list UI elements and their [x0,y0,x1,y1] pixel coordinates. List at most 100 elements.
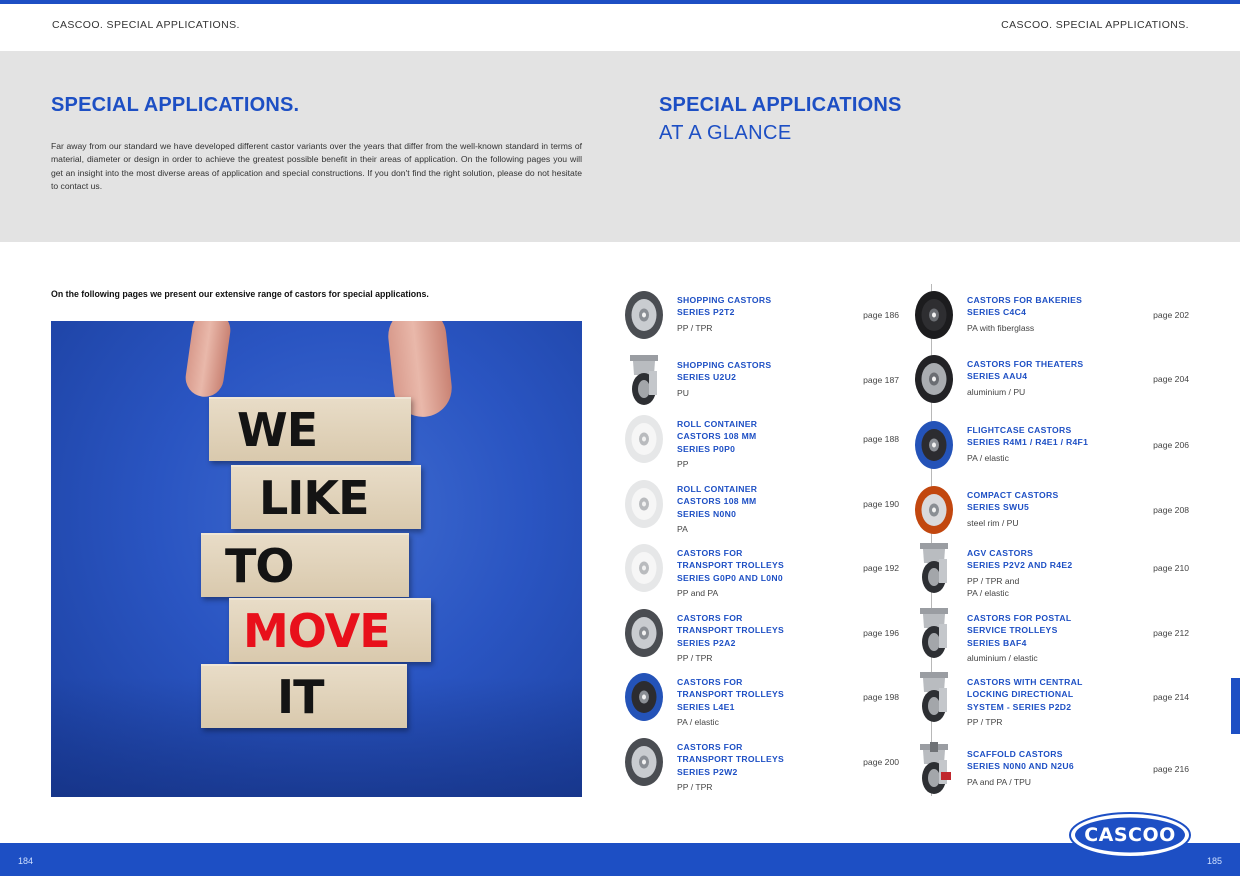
product-name: SHOPPING CASTORS SERIES U2U2 [677,359,771,384]
intro-paragraph: Far away from our standard we have devel… [51,141,582,192]
product-thumbnail [621,412,667,466]
left-entry-8[interactable]: CASTORS FOR TRANSPORT TROLLEYS SERIES P2W2… [621,735,899,795]
product-material: PP / TPR and PA / elastic [967,575,1019,599]
product-material: PA / elastic [677,716,719,728]
product-name: CASTORS FOR TRANSPORT TROLLEYS SERIES L4E1 [677,676,784,713]
product-name-line: SERIES SWU5 [967,502,1030,513]
right-entry-6[interactable]: CASTORS FOR POSTAL SERVICE TROLLEYS SERIES… [911,606,1189,666]
product-name-line: CASTORS 108 MM [677,496,757,507]
lead-sentence: On the following pages we present our ex… [51,289,429,299]
page-number-right: 185 [1206,856,1222,866]
product-thumbnail [621,606,667,660]
product-material-line: PA / elastic [677,717,719,728]
product-material: PA and PA / TPU [967,776,1031,788]
left-entry-4[interactable]: ROLL CONTAINER CASTORS 108 MM SERIES N0N0 P… [621,477,899,537]
left-entry-7[interactable]: CASTORS FOR TRANSPORT TROLLEYS SERIES L4E1… [621,670,899,730]
product-name-line: CASTORS 108 MM [677,431,757,442]
product-name: ROLL CONTAINER CASTORS 108 MM SERIES N0N0 [677,483,757,520]
product-page-ref[interactable]: page 202 [1153,310,1189,320]
left-entry-6[interactable]: CASTORS FOR TRANSPORT TROLLEYS SERIES P2A2… [621,606,899,666]
product-page-ref[interactable]: page 216 [1153,764,1189,774]
word-to: TO [225,539,294,593]
product-thumbnail [621,735,667,789]
product-name-line: CASTORS WITH CENTRAL [967,677,1083,687]
product-thumbnail [911,606,957,660]
product-name-line: SERIES P2W2 [677,766,738,777]
blocks-photo: WE LIKE TO MOVE IT [51,321,582,797]
running-head-right: CASCOO. SPECIAL APPLICATIONS. [1001,19,1189,31]
right-entry-5[interactable]: AGV CASTORS SERIES P2V2 AND R4E2 PP / TPR … [911,541,1189,601]
product-material-line: aluminium / elastic [967,653,1038,664]
product-name-line: SERIES G0P0 AND L0N0 [677,572,783,583]
product-page-ref[interactable]: page 186 [863,310,899,320]
product-name-line: ROLL CONTAINER [677,484,758,494]
left-entry-2[interactable]: SHOPPING CASTORS SERIES U2U2 PU page 187 [621,353,899,413]
word-block-3: TO [201,533,409,597]
wheel-grey-dark-icon [625,738,663,786]
product-page-ref[interactable]: page 187 [863,375,899,385]
right-entry-7[interactable]: CASTORS WITH CENTRAL LOCKING DIRECTIONAL S… [911,670,1189,730]
product-material: PA with fiberglass [967,322,1034,334]
page-title-left: SPECIAL APPLICATIONS. [51,94,300,116]
product-name-line: CASTORS FOR [677,677,743,687]
word-block-1: WE [209,397,411,461]
product-name-line: SHOPPING CASTORS [677,295,772,305]
swivel-castor-icon [920,672,948,722]
right-entry-3[interactable]: FLIGHTCASE CASTORS SERIES R4M1 / R4E1 / R… [911,418,1189,478]
product-material: PP / TPR [967,716,1003,728]
product-page-ref[interactable]: page 188 [863,434,899,444]
product-name: COMPACT CASTORS SERIES SWU5 [967,489,1059,514]
swivel-castor-icon [920,543,948,593]
right-entry-8[interactable]: SCAFFOLD CASTORS SERIES N0N0 AND N2U6 PA a… [911,742,1189,802]
product-name-line: CASTORS FOR [677,742,743,752]
product-name-line: TRANSPORT TROLLEYS [677,560,785,571]
right-entry-4[interactable]: COMPACT CASTORS SERIES SWU5 steel rim / PU… [911,483,1189,543]
product-name-line: SCAFFOLD CASTORS [967,749,1063,759]
product-material: PP / TPR [677,652,713,664]
product-page-ref[interactable]: page 214 [1153,692,1189,702]
product-page-ref[interactable]: page 200 [863,757,899,767]
product-name-line: TRANSPORT TROLLEYS [677,625,785,636]
product-page-ref[interactable]: page 208 [1153,505,1189,515]
word-like: LIKE [259,471,370,525]
product-material: aluminium / PU [967,386,1025,398]
product-thumbnail [911,352,957,406]
product-page-ref[interactable]: page 192 [863,563,899,573]
word-block-2: LIKE [231,465,421,529]
product-page-ref[interactable]: page 198 [863,692,899,702]
product-name-line: SYSTEM - SERIES P2D2 [967,701,1072,712]
right-entry-2[interactable]: CASTORS FOR THEATERS SERIES AAU4 aluminium… [911,352,1189,412]
word-block-4: MOVE [229,598,431,662]
product-page-ref[interactable]: page 212 [1153,628,1189,638]
finger-left [183,321,233,400]
product-name-line: CASTORS FOR THEATERS [967,359,1084,369]
product-name-line: SERIES C4C4 [967,307,1027,318]
wheel-black-alu-icon [915,355,953,403]
product-page-ref[interactable]: page 206 [1153,440,1189,450]
product-material-line: PP / TPR [677,782,713,793]
product-page-ref[interactable]: page 196 [863,628,899,638]
product-material-line: steel rim / PU [967,517,1019,528]
wheel-grey-dark-icon [625,609,663,657]
left-entry-1[interactable]: SHOPPING CASTORS SERIES P2T2 PP / TPR page … [621,288,899,348]
product-page-ref[interactable]: page 210 [1153,563,1189,573]
wheel-blue-icon [915,421,953,469]
left-entry-5[interactable]: CASTORS FOR TRANSPORT TROLLEYS SERIES G0P0… [621,541,899,601]
product-name-line: SHOPPING CASTORS [677,360,772,370]
product-name-line: LOCKING DIRECTIONAL [967,689,1074,700]
product-thumbnail [621,477,667,531]
product-name-line: SERIES L4E1 [677,701,735,712]
product-name: FLIGHTCASE CASTORS SERIES R4M1 / R4E1 / R… [967,424,1088,449]
product-material-line: PP and PA [677,588,719,599]
wheel-white-icon [625,480,663,528]
right-entry-1[interactable]: CASTORS FOR BAKERIES SERIES C4C4 PA with f… [911,288,1189,348]
left-entry-3[interactable]: ROLL CONTAINER CASTORS 108 MM SERIES P0P0 P… [621,412,899,472]
word-we: WE [237,403,318,457]
product-name-line: AGV CASTORS [967,548,1034,558]
product-page-ref[interactable]: page 204 [1153,374,1189,384]
product-material: PP / TPR [677,322,713,334]
product-name-line: CASTORS FOR [677,548,743,558]
product-name-line: SERIES N0N0 AND N2U6 [967,761,1074,772]
wheel-orange-icon [915,486,953,534]
product-page-ref[interactable]: page 190 [863,499,899,509]
